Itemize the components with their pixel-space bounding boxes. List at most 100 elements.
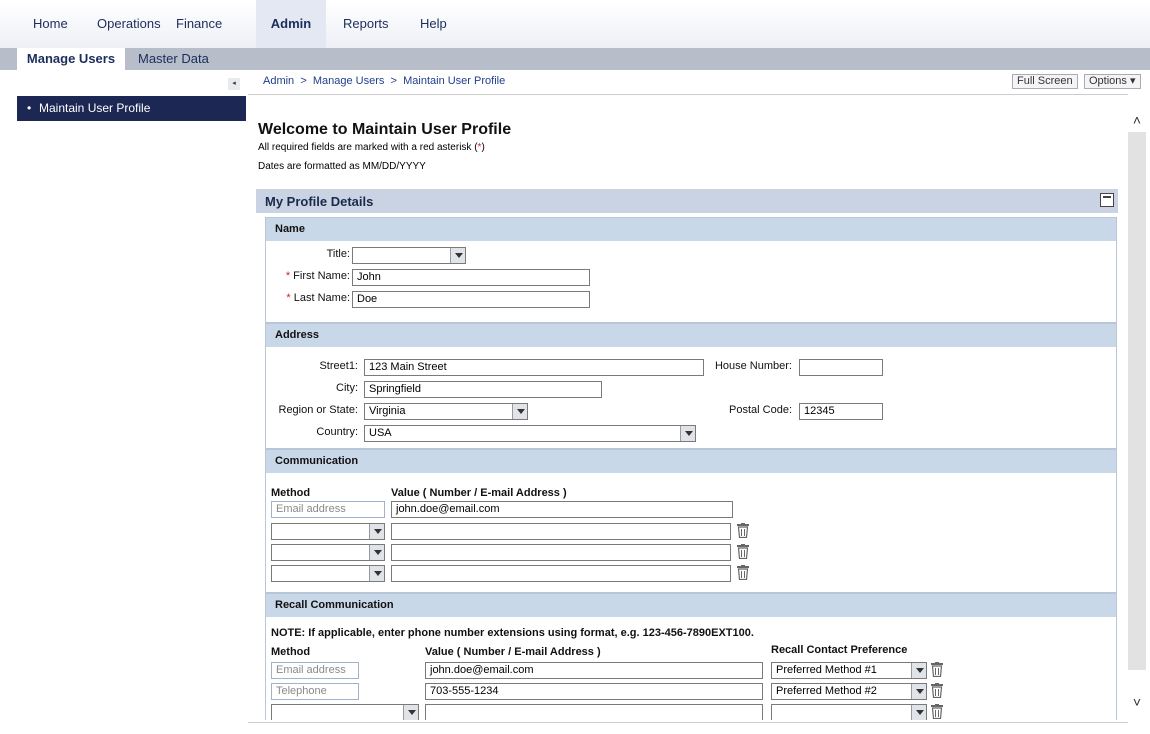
scrollbar[interactable]: ˄ ˅ [1128, 94, 1150, 720]
house-number-input[interactable] [799, 359, 883, 376]
communication-section: Communication Method Value ( Number / E-… [265, 449, 1117, 593]
comm-value-input[interactable]: john.doe@email.com [391, 501, 733, 518]
chevron-down-icon [403, 705, 418, 720]
required-asterisk: * [285, 270, 291, 282]
region-select-value: Virginia [369, 405, 406, 417]
region-label: Region or State: [278, 404, 359, 416]
tab-operations[interactable]: Operations [97, 0, 161, 48]
section-heading: Address [266, 324, 1116, 347]
title-label: Title: [326, 248, 350, 260]
street-label: Street1: [319, 360, 358, 372]
page-title: Welcome to Maintain User Profile [258, 121, 512, 138]
tab-home[interactable]: Home [33, 0, 68, 48]
recall-value-input[interactable]: 703-555-1234 [425, 683, 763, 700]
tab-finance[interactable]: Finance [176, 0, 222, 48]
chevron-down-icon [450, 248, 465, 263]
tab-help[interactable]: Help [420, 0, 447, 48]
breadcrumb-separator: > [300, 75, 307, 87]
recall-note: NOTE: If applicable, enter phone number … [271, 627, 754, 639]
comm-value-input[interactable] [391, 544, 731, 561]
trash-icon[interactable] [931, 683, 943, 698]
method-select[interactable] [271, 523, 385, 540]
recall-communication-section: Recall Communication NOTE: If applicable… [265, 593, 1117, 720]
city-input[interactable]: Springfield [364, 381, 602, 398]
last-name-label: * Last Name: [286, 292, 350, 304]
method-readonly: Telephone [271, 683, 359, 700]
column-header-method: Method [271, 487, 311, 499]
required-note-text: All required fields are marked with a re… [258, 142, 478, 153]
region-select[interactable]: Virginia [364, 403, 528, 420]
last-name-label-text: Last Name: [293, 292, 350, 304]
breadcrumb: Admin > Manage Users > Maintain User Pro… [263, 75, 505, 87]
preference-select-value: Preferred Method #2 [776, 685, 877, 697]
chevron-down-icon[interactable]: ˅ [1128, 694, 1146, 714]
required-note: All required fields are marked with a re… [258, 142, 485, 153]
chevron-down-icon [369, 566, 384, 581]
last-name-input[interactable]: Doe [352, 291, 590, 308]
trash-icon[interactable] [737, 523, 749, 538]
column-header-value: Value ( Number / E-mail Address ) [425, 646, 601, 658]
breadcrumb-maintain-user-profile[interactable]: Maintain User Profile [403, 75, 505, 87]
left-navigation [0, 70, 246, 734]
section-heading: Communication [266, 450, 1116, 473]
method-select[interactable] [271, 544, 385, 561]
breadcrumb-separator: > [390, 75, 397, 87]
subtab-master-data[interactable]: Master Data [138, 48, 209, 70]
chevron-down-icon [911, 705, 926, 720]
chevron-up-icon[interactable]: ˄ [1128, 112, 1146, 132]
recall-value-input[interactable]: john.doe@email.com [425, 662, 763, 679]
breadcrumb-admin[interactable]: Admin [263, 75, 294, 87]
options-button[interactable]: Options ▾ [1084, 74, 1141, 89]
leftnav-item-label: Maintain User Profile [39, 101, 151, 115]
profile-details-header: My Profile Details [256, 189, 1118, 213]
content-bottom-border [248, 722, 1128, 723]
chevron-down-icon [369, 524, 384, 539]
title-select[interactable] [352, 247, 466, 264]
column-header-method: Method [271, 646, 311, 658]
preference-select-value: Preferred Method #1 [776, 664, 877, 676]
postal-code-input[interactable]: 12345 [799, 403, 883, 420]
main-content: Welcome to Maintain User Profile All req… [248, 94, 1128, 720]
comm-value-input[interactable] [391, 565, 731, 582]
method-select[interactable] [271, 565, 385, 582]
tab-admin[interactable]: Admin [256, 0, 326, 48]
leftnav-item-maintain-user-profile[interactable]: • Maintain User Profile [17, 96, 246, 121]
column-header-value: Value ( Number / E-mail Address ) [391, 487, 567, 499]
bullet-icon: • [27, 101, 32, 115]
subtab-manage-users[interactable]: Manage Users [17, 48, 125, 70]
preference-select[interactable]: Preferred Method #1 [771, 662, 927, 679]
section-heading: Recall Communication [266, 594, 1116, 617]
scrollbar-track[interactable] [1128, 132, 1146, 670]
first-name-input[interactable]: John [352, 269, 590, 286]
comm-value-input[interactable] [391, 523, 731, 540]
top-navigation: Home Operations Finance Admin Reports He… [0, 0, 1150, 48]
country-label: Country: [316, 426, 358, 438]
trash-icon[interactable] [931, 662, 943, 677]
first-name-label: * First Name: [286, 270, 350, 282]
full-screen-button[interactable]: Full Screen [1012, 74, 1078, 89]
trash-icon[interactable] [737, 565, 749, 580]
city-label: City: [336, 382, 358, 394]
recall-value-input[interactable] [425, 704, 763, 720]
trash-icon[interactable] [737, 544, 749, 559]
preference-select[interactable]: Preferred Method #2 [771, 683, 927, 700]
section-heading: Name [266, 218, 1116, 241]
sub-navigation: Manage Users Master Data [0, 48, 1150, 70]
preference-select[interactable] [771, 704, 927, 720]
country-select[interactable]: USA [364, 425, 696, 442]
method-select[interactable] [271, 704, 419, 720]
breadcrumb-manage-users[interactable]: Manage Users [313, 75, 385, 87]
address-section: Address Street1: 123 Main Street House N… [265, 323, 1117, 449]
trash-icon[interactable] [931, 704, 943, 719]
chevron-down-icon [369, 545, 384, 560]
house-number-label: House Number: [714, 360, 792, 372]
collapse-left-icon[interactable]: ◂ [228, 78, 240, 90]
column-header-preference: Recall Contact Preference [771, 644, 908, 656]
required-note-end: ) [481, 142, 485, 153]
minimize-icon[interactable] [1100, 193, 1114, 207]
postal-code-label: Postal Code: [729, 404, 792, 416]
chevron-down-icon [911, 684, 926, 699]
street-input[interactable]: 123 Main Street [364, 359, 704, 376]
name-section: Name Title: * First Name: John * Last Na… [265, 217, 1117, 323]
tab-reports[interactable]: Reports [343, 0, 389, 48]
